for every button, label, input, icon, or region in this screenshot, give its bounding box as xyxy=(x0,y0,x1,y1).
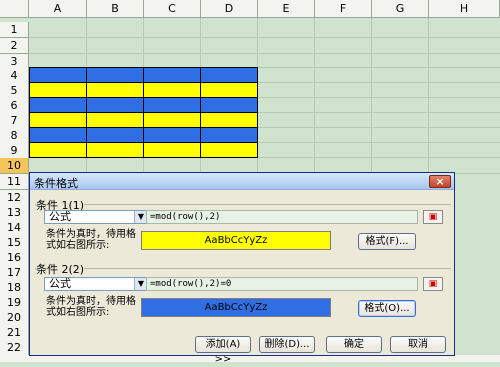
column-header-c[interactable]: C xyxy=(144,0,201,18)
row-header-13[interactable]: 13 xyxy=(0,205,29,221)
row-header-5[interactable]: 5 xyxy=(0,83,29,99)
band-cell-border xyxy=(200,67,201,158)
band-cell-border xyxy=(86,67,87,158)
row-header-4[interactable]: 4 xyxy=(0,68,29,84)
condition-1-range-select-icon[interactable]: ▣ xyxy=(423,210,443,224)
condition-2-divider xyxy=(35,268,451,269)
row-header-20[interactable]: 20 xyxy=(0,310,29,326)
row-header-21[interactable]: 21 xyxy=(0,325,29,341)
condition-1-type-value: 公式 xyxy=(49,210,71,223)
add-button[interactable]: 添加(A) >> xyxy=(195,336,251,365)
band-cell-border xyxy=(143,67,144,158)
row-header-14[interactable]: 14 xyxy=(0,220,29,236)
row-header-12[interactable]: 12 xyxy=(0,190,29,206)
row-header-1[interactable]: 1 xyxy=(0,22,29,38)
column-header-f[interactable]: F xyxy=(315,0,372,18)
column-header-h[interactable]: H xyxy=(429,0,500,18)
delete-button[interactable]: 删除(D)... xyxy=(259,336,315,353)
condition-1-description: 条件为真时，待用格式如右图所示: xyxy=(46,229,136,251)
row-header-10[interactable]: 10 xyxy=(0,158,29,174)
condition-1-format-preview: AaBbCcYyZz xyxy=(141,231,331,250)
condition-2-formula-input[interactable]: =mod(row(),2)=0 xyxy=(146,277,418,291)
row-header-7[interactable]: 7 xyxy=(0,113,29,129)
condition-1-divider xyxy=(35,204,451,205)
condition-2-description: 条件为真时，待用格式如右图所示: xyxy=(46,296,136,318)
column-header-b[interactable]: B xyxy=(87,0,144,18)
condition-2-format-button[interactable]: 格式(O)... xyxy=(358,300,416,317)
condition-1-format-button[interactable]: 格式(F)... xyxy=(358,233,416,250)
condition-2-range-select-icon[interactable]: ▣ xyxy=(423,277,443,291)
row-header-16[interactable]: 16 xyxy=(0,250,29,266)
column-header-e[interactable]: E xyxy=(258,0,315,18)
row-header-2[interactable]: 2 xyxy=(0,38,29,54)
dialog-titlebar[interactable]: 条件格式 × xyxy=(30,173,454,190)
condition-2-format-preview: AaBbCcYyZz xyxy=(141,298,331,317)
close-button[interactable]: × xyxy=(429,175,451,188)
column-header-g[interactable]: G xyxy=(372,0,429,18)
row-header-15[interactable]: 15 xyxy=(0,235,29,251)
condition-2-type-select[interactable]: 公式 ▼ xyxy=(44,277,148,291)
condition-1-formula-input[interactable]: =mod(row(),2) xyxy=(146,210,418,224)
dialog-title: 条件格式 xyxy=(34,177,78,190)
gridline xyxy=(29,37,500,38)
sheet-bottom-edge xyxy=(0,355,500,362)
row-header-9[interactable]: 9 xyxy=(0,143,29,159)
column-header-d[interactable]: D xyxy=(201,0,258,18)
condition-2-label: 条件 2(2) xyxy=(36,261,85,277)
row-header-8[interactable]: 8 xyxy=(0,128,29,144)
select-all-corner[interactable] xyxy=(0,0,29,18)
ok-button[interactable]: 确定 xyxy=(326,336,382,353)
conditional-format-dialog: 条件格式 × 条件 1(1) 公式 ▼ =mod(row(),2) ▣ 条件为真… xyxy=(29,172,455,365)
row-header-22[interactable]: 22 xyxy=(0,340,29,356)
condition-2-type-value: 公式 xyxy=(49,277,71,290)
row-header-19[interactable]: 19 xyxy=(0,295,29,311)
gridline xyxy=(29,53,500,54)
condition-1-type-select[interactable]: 公式 ▼ xyxy=(44,210,148,224)
cancel-button[interactable]: 取消 xyxy=(390,336,446,353)
row-header-17[interactable]: 17 xyxy=(0,265,29,281)
column-header-a[interactable]: A xyxy=(29,0,87,18)
row-header-6[interactable]: 6 xyxy=(0,98,29,114)
row-header-18[interactable]: 18 xyxy=(0,280,29,296)
row-header-11[interactable]: 11 xyxy=(0,174,29,190)
